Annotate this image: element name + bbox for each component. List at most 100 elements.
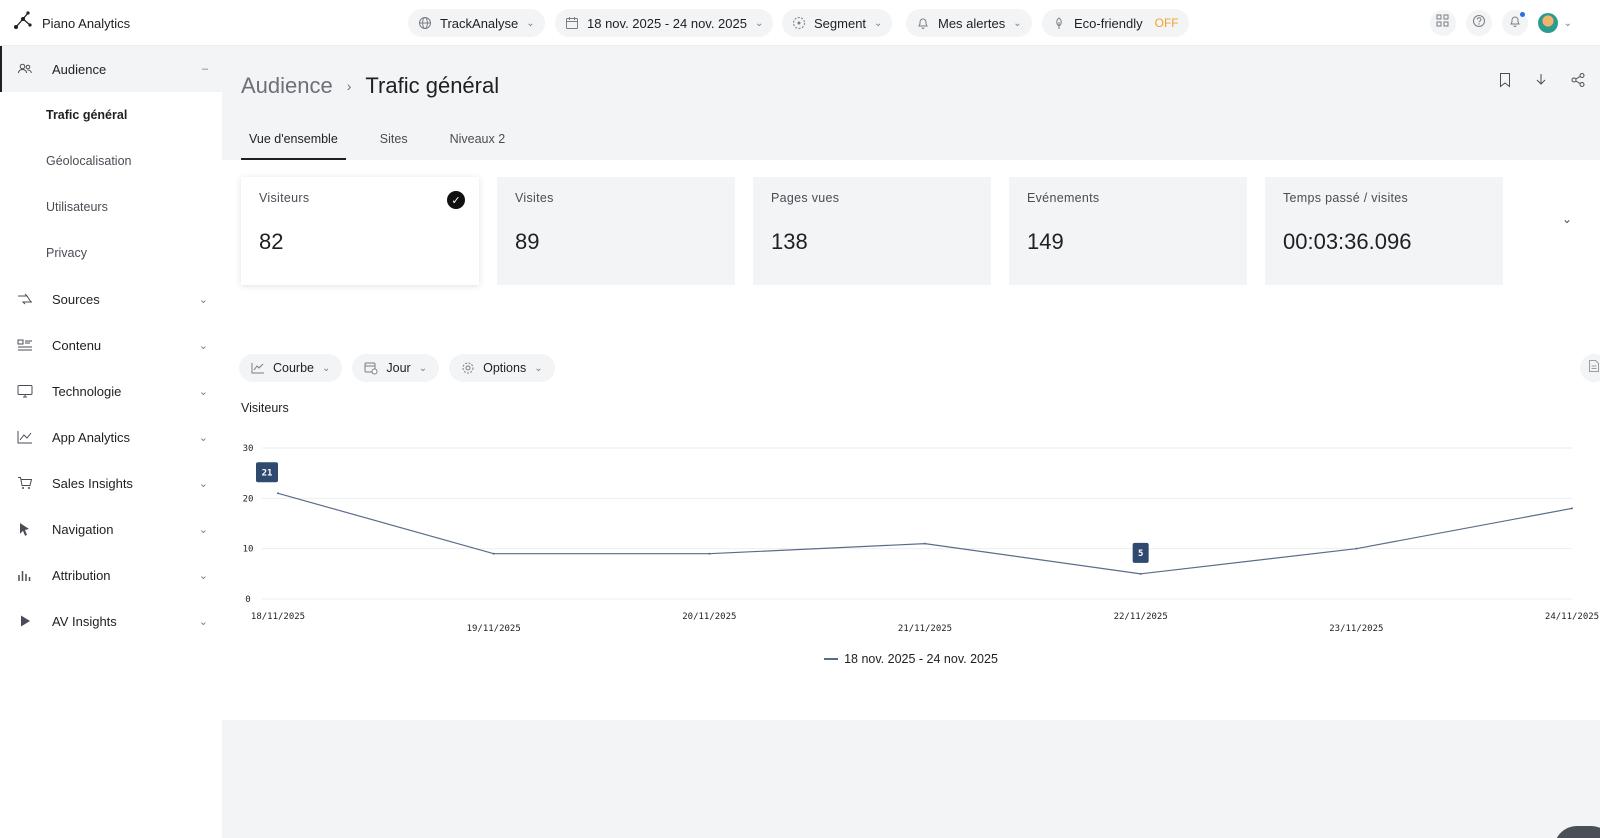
sidebar-item-technologie[interactable]: Technologie ⌄ xyxy=(0,368,222,414)
sidebar-item-av-insights[interactable]: AV Insights ⌄ xyxy=(0,598,222,644)
chevron-down-icon: ⌄ xyxy=(198,339,208,352)
breadcrumb-parent[interactable]: Audience xyxy=(241,73,333,99)
data-point xyxy=(1355,547,1358,550)
report-button[interactable] xyxy=(1580,354,1600,382)
tab-sites[interactable]: Sites xyxy=(372,118,416,160)
chart-panel: Courbe ⌄ Jour ⌄ Options ⌄ Visiteurs 0 10 2… xyxy=(222,350,1600,720)
share-icon[interactable] xyxy=(1570,72,1586,93)
sidebar-item-label: Technologie xyxy=(52,383,122,399)
sidebar-item-sources[interactable]: Sources ⌄ xyxy=(0,276,222,322)
kpi-label: Visites xyxy=(515,191,554,205)
avatar xyxy=(1537,13,1558,33)
kpi-row: Visiteurs 82 ✓ Visites 89 Pages vues 138… xyxy=(241,177,1503,285)
kpi-card-evenements[interactable]: Evénements 149 xyxy=(1009,177,1247,285)
sidebar-item-label: Sources xyxy=(52,291,100,307)
bookmark-icon[interactable] xyxy=(1498,72,1512,93)
x-tick-label: 20/11/2025 xyxy=(682,612,736,622)
chart-type-dropdown[interactable]: Courbe ⌄ xyxy=(239,354,343,382)
top-actions: ⌄ xyxy=(1429,10,1572,36)
site-selector[interactable]: TrackAnalyse ⌄ xyxy=(408,9,545,37)
sidebar-item-label: AV Insights xyxy=(52,613,117,629)
sidebar-item-sales-insights[interactable]: Sales Insights ⌄ xyxy=(0,460,222,506)
line-chart-icon xyxy=(16,429,34,445)
y-tick-label: 0 xyxy=(245,595,250,605)
sidebar-item-audience[interactable]: Audience – xyxy=(0,46,222,92)
content-icon xyxy=(16,337,34,353)
chart-title: Visiteurs xyxy=(241,401,289,415)
kpi-label: Visiteurs xyxy=(259,191,310,205)
data-point xyxy=(1139,572,1142,575)
calendar-clock-icon xyxy=(364,361,378,375)
breadcrumb: Audience › Trafic général xyxy=(241,73,499,99)
user-menu[interactable]: ⌄ xyxy=(1537,13,1572,33)
kpi-card-temps-passe[interactable]: Temps passé / visites 00:03:36.096 xyxy=(1265,177,1503,285)
piano-logo-icon xyxy=(12,10,34,37)
segment-label: Segment xyxy=(814,15,867,31)
cart-icon xyxy=(16,475,34,491)
chart-legend[interactable]: 18 nov. 2025 - 24 nov. 2025 xyxy=(222,652,1600,666)
tabs: Vue d'ensemble Sites Niveaux 2 xyxy=(241,118,539,160)
kpi-value: 138 xyxy=(771,229,808,254)
tab-vue-ensemble[interactable]: Vue d'ensemble xyxy=(241,118,346,160)
bell-icon xyxy=(916,16,930,30)
sidebar-subitem-geolocalisation[interactable]: Géolocalisation xyxy=(0,138,222,184)
options-dropdown[interactable]: Options ⌄ xyxy=(449,354,555,382)
check-icon: ✓ xyxy=(447,191,465,209)
chevron-down-icon: ⌄ xyxy=(198,385,208,398)
series-line xyxy=(277,492,1573,575)
segment-icon xyxy=(792,16,806,30)
download-icon[interactable] xyxy=(1534,72,1548,93)
chevron-down-icon: ⌄ xyxy=(534,362,543,374)
bars-icon xyxy=(16,567,34,583)
chevron-down-icon: ⌄ xyxy=(198,293,208,306)
chevron-down-icon: ⌄ xyxy=(322,362,331,374)
alerts-selector[interactable]: Mes alertes ⌄ xyxy=(906,9,1032,37)
help-button[interactable] xyxy=(1465,10,1492,36)
site-label: TrackAnalyse xyxy=(440,15,519,31)
data-point xyxy=(708,552,711,555)
apps-grid-button[interactable] xyxy=(1429,10,1456,36)
kpi-value: 00:03:36.096 xyxy=(1283,229,1412,254)
notifications-button[interactable] xyxy=(1501,10,1528,36)
x-tick-label: 21/11/2025 xyxy=(898,624,952,634)
eco-friendly-toggle[interactable]: Eco-friendly OFF xyxy=(1042,9,1189,37)
segment-selector[interactable]: Segment ⌄ xyxy=(782,9,893,37)
date-range-selector[interactable]: 18 nov. 2025 - 24 nov. 2025 ⌄ xyxy=(555,9,774,37)
chevron-down-icon: ⌄ xyxy=(198,523,208,536)
chevron-down-icon: ⌄ xyxy=(1563,17,1572,29)
period-dropdown[interactable]: Jour ⌄ xyxy=(352,354,440,382)
sidebar-item-label: Contenu xyxy=(52,337,102,353)
chevron-down-icon: ⌄ xyxy=(198,569,208,582)
sidebar-item-app-analytics[interactable]: App Analytics ⌄ xyxy=(0,414,222,460)
sidebar-item-attribution[interactable]: Attribution ⌄ xyxy=(0,552,222,598)
data-point xyxy=(924,542,926,545)
tab-niveaux-2[interactable]: Niveaux 2 xyxy=(442,118,514,160)
kpi-label: Pages vues xyxy=(771,191,840,205)
line-chart-icon xyxy=(251,362,265,374)
data-label: 21 xyxy=(262,468,273,478)
expand-kpis-chevron-icon[interactable]: ⌄ xyxy=(1562,212,1572,226)
x-tick-label: 24/11/2025 xyxy=(1545,612,1599,622)
sidebar-item-navigation[interactable]: Navigation ⌄ xyxy=(0,506,222,552)
sidebar-subitem-privacy[interactable]: Privacy xyxy=(0,230,222,276)
chevron-down-icon: ⌄ xyxy=(526,17,535,29)
chart-type-label: Courbe xyxy=(273,361,314,375)
sidebar-subitem-utilisateurs[interactable]: Utilisateurs xyxy=(0,184,222,230)
chevron-down-icon: ⌄ xyxy=(1013,17,1022,29)
bell-icon xyxy=(1508,14,1522,33)
kpi-value: 89 xyxy=(515,229,540,254)
sidebar-subitem-trafic-general[interactable]: Trafic général xyxy=(0,92,222,138)
kpi-card-visiteurs[interactable]: Visiteurs 82 ✓ xyxy=(241,177,479,285)
eco-status-badge: OFF xyxy=(1154,16,1179,30)
brand[interactable]: Piano Analytics xyxy=(12,10,130,37)
page-header: Audience › Trafic général Vue d'ensemble… xyxy=(222,46,1600,160)
page-title: Trafic général xyxy=(365,73,500,98)
sidebar-item-contenu[interactable]: Contenu ⌄ xyxy=(0,322,222,368)
chart-toolbar: Courbe ⌄ Jour ⌄ Options ⌄ xyxy=(239,354,555,382)
kpi-card-visites[interactable]: Visites 89 xyxy=(497,177,735,285)
sidebar-item-label: Audience xyxy=(52,61,107,77)
launch-button[interactable] xyxy=(1554,826,1600,838)
kpi-card-pages-vues[interactable]: Pages vues 138 xyxy=(753,177,991,285)
app-name: Piano Analytics xyxy=(42,16,131,31)
y-tick-label: 30 xyxy=(243,444,254,454)
